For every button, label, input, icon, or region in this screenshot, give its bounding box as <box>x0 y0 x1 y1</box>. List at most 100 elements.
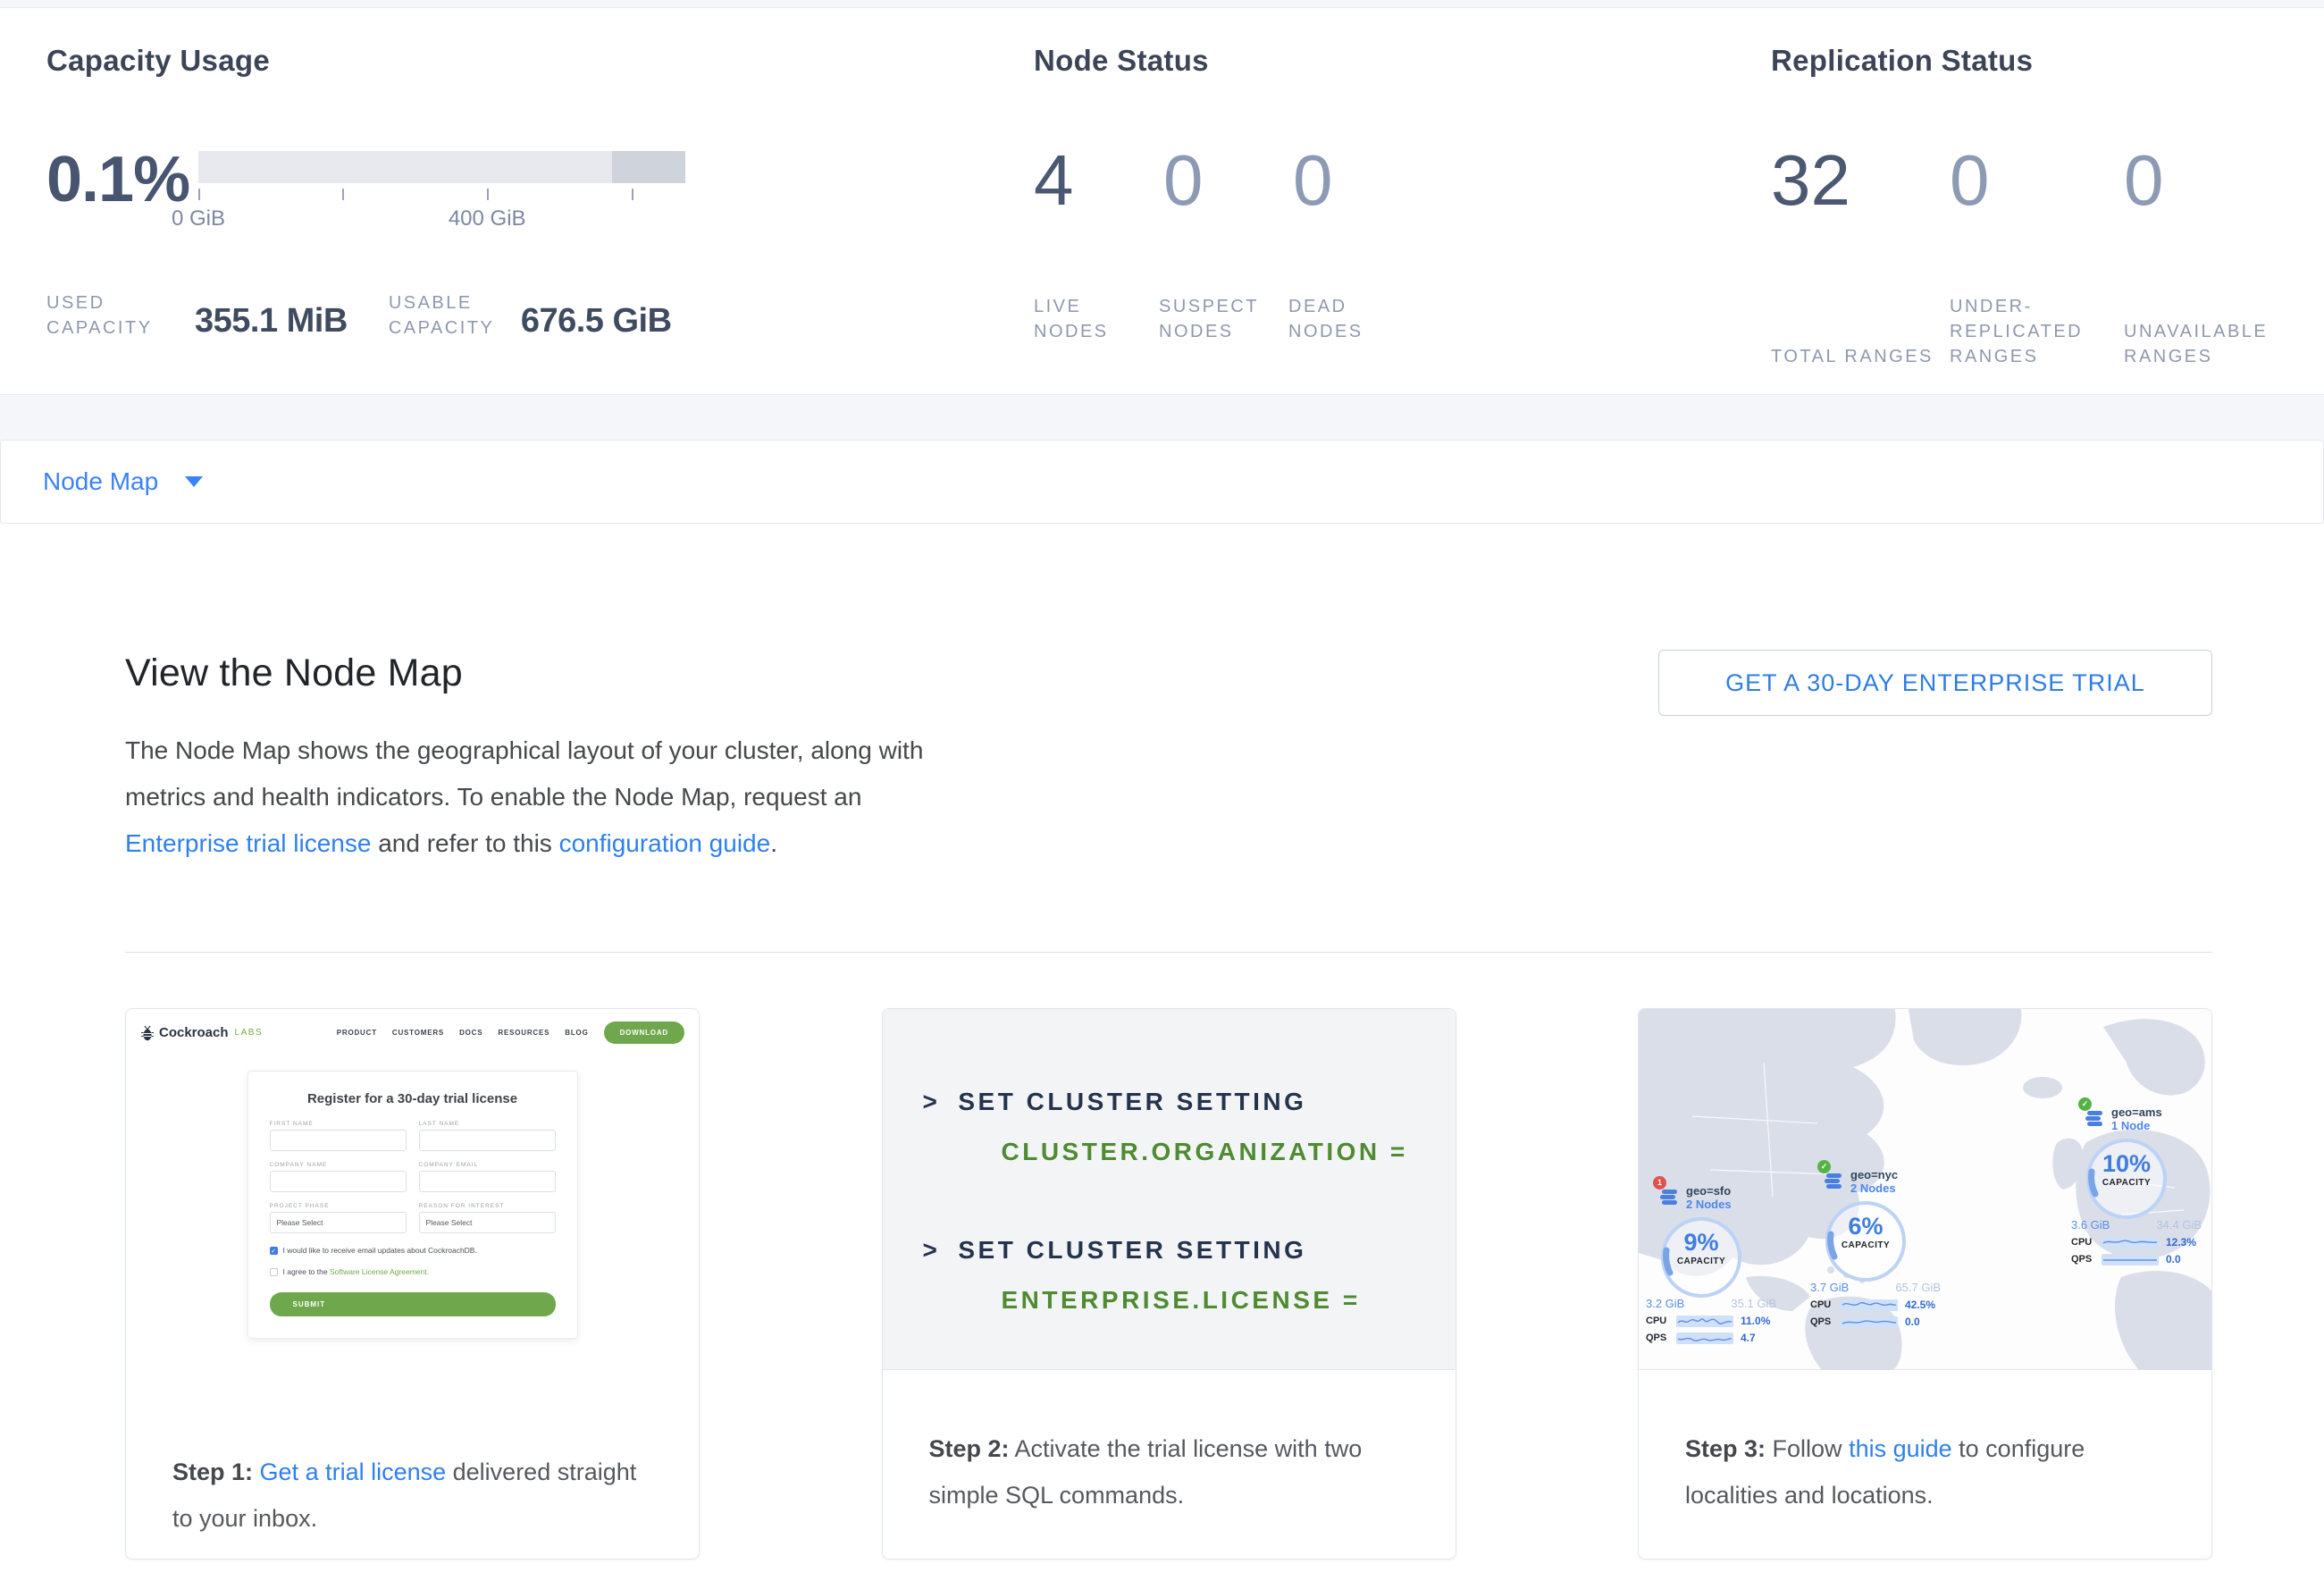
cockroach-labs-logo: Cockroach LABS <box>140 1025 263 1041</box>
step2-caption: Step 2: Activate the trial license with … <box>883 1370 1456 1518</box>
under-replicated-label: UNDER-REPLICATED RANGES <box>1950 294 2124 369</box>
capacity-label: CAPACITY <box>2084 1178 2169 1188</box>
alert-badge: 1 <box>1653 1176 1666 1190</box>
first-name-label: FIRST NAME <box>270 1121 407 1127</box>
company-email-field <box>419 1171 556 1192</box>
sql-command-2: SET CLUSTER SETTING <box>958 1236 1306 1264</box>
email-updates-checkbox: ✓ <box>270 1247 278 1255</box>
suspect-nodes-value: 0 <box>1163 142 1293 219</box>
capacity-label: CAPACITY <box>1823 1240 1909 1250</box>
capacity-axis-labels: 0 GiB 400 GiB <box>198 206 685 233</box>
capacity-gauge: 10% CAPACITY <box>2084 1136 2169 1209</box>
sql-prompt-1: > <box>923 1088 941 1115</box>
capacity-axis-ticks <box>198 189 685 203</box>
sql-arg-2: ENTERPRISE.LICENSE = <box>1002 1286 1456 1315</box>
description-part-3: . <box>770 829 777 857</box>
database-icon <box>1660 1188 1680 1207</box>
suspect-nodes-label: SUSPECT NODES <box>1159 294 1288 344</box>
capacity-bar-chart: 0 GiB 400 GiB <box>198 151 685 233</box>
qps-sparkline <box>2102 1254 2159 1265</box>
trial-form-title: Register for a 30-day trial license <box>270 1091 556 1106</box>
email-updates-text: I would like to receive email updates ab… <box>283 1246 477 1255</box>
node-count: 2 Nodes <box>1850 1181 1898 1195</box>
dead-nodes-value: 0 <box>1293 142 1333 219</box>
node-status-title: Node Status <box>1034 44 1771 78</box>
node-map-placeholder-section: View the Node Map The Node Map shows the… <box>0 524 2324 1589</box>
description-text: The Node Map shows the geographical layo… <box>125 727 934 867</box>
step1-caption: Step 1: Get a trial license delivered st… <box>126 1393 699 1542</box>
usable-capacity-value: 676.5 GiB <box>521 302 672 340</box>
node-count: 2 Nodes <box>1686 1198 1732 1211</box>
description-part-2: and refer to this <box>371 829 558 857</box>
minisite-nav-resources: RESOURCES <box>498 1029 550 1037</box>
under-replicated-value: 0 <box>1950 142 2124 219</box>
tick-label-400: 400 GiB <box>449 206 526 231</box>
software-license-link: Software License Agreement. <box>330 1267 429 1276</box>
cockroach-bug-icon <box>140 1025 155 1041</box>
ok-badge: ✓ <box>1817 1160 1831 1173</box>
qps-label: QPS <box>2071 1254 2102 1265</box>
license-agreement-text: I agree to the Software License Agreemen… <box>283 1267 430 1276</box>
cluster-summary-panel: Capacity Usage 0.1% 0 GiB 400 GiB <box>0 7 2324 395</box>
capacity-usage-title: Capacity Usage <box>46 44 1034 78</box>
minisite-nav-product: PRODUCT <box>337 1029 377 1037</box>
step2-card: >SET CLUSTER SETTING CLUSTER.ORGANIZATIO… <box>882 1008 1456 1560</box>
capacity-percent: 10% <box>2084 1136 2169 1178</box>
cpu-sparkline <box>2102 1237 2159 1248</box>
cpu-label: CPU <box>2071 1237 2102 1248</box>
map-node-nyc: ✓ geo=nyc 2 Nodes 6% CAPACITY 3.7 GiB <box>1810 1168 1962 1328</box>
registration-page-screenshot: Cockroach LABS PRODUCT CUSTOMERS DOCS RE… <box>126 1009 699 1393</box>
map-node-sfo: 1 geo=sfo 2 Nodes 9% CAPACITY 3.2 GiB <box>1646 1184 1798 1344</box>
capacity-label: CAPACITY <box>1658 1257 1744 1266</box>
used-capacity-value: 355.1 MiB <box>195 302 348 340</box>
total-ranges-label: TOTAL RANGES <box>1771 344 1950 369</box>
capacity-bar <box>198 151 685 183</box>
company-name-label: COMPANY NAME <box>270 1162 407 1168</box>
used-capacity-label: USED CAPACITY <box>46 290 180 340</box>
this-guide-link[interactable]: this guide <box>1849 1435 1952 1462</box>
step3-caption: Step 3: Follow this guide to configure l… <box>1639 1370 2211 1518</box>
cpu-sparkline <box>1841 1299 1898 1311</box>
live-nodes-label: LIVE NODES <box>1034 294 1159 344</box>
configuration-guide-link[interactable]: configuration guide <box>559 829 771 857</box>
map-node-ams: ✓ geo=ams 1 Node 10% CAPACITY 3.6 GiB <box>2071 1106 2212 1265</box>
section-divider <box>125 952 2212 953</box>
sql-prompt-2: > <box>923 1236 941 1264</box>
project-phase-label: PROJECT PHASE <box>270 1203 407 1209</box>
sql-commands-figure: >SET CLUSTER SETTING CLUSTER.ORGANIZATIO… <box>883 1009 1456 1370</box>
replication-status-title: Replication Status <box>1771 44 2289 78</box>
cpu-value: 11.0% <box>1741 1315 1770 1327</box>
capacity-bar-used-segment <box>612 151 685 183</box>
description-part-1: The Node Map shows the geographical layo… <box>125 736 923 811</box>
trial-license-form: Register for a 30-day trial license FIRS… <box>248 1071 578 1339</box>
capacity-gauge: 6% CAPACITY <box>1823 1198 1909 1272</box>
node-name: geo=ams <box>2111 1106 2162 1119</box>
ok-badge: ✓ <box>2078 1097 2092 1111</box>
minisite-nav-customers: CUSTOMERS <box>392 1029 444 1037</box>
page-title: View the Node Map <box>125 652 934 695</box>
enterprise-trial-license-link[interactable]: Enterprise trial license <box>125 829 371 857</box>
enterprise-trial-button[interactable]: GET A 30-DAY ENTERPRISE TRIAL <box>1658 650 2212 716</box>
capacity-percent: 6% <box>1823 1198 1909 1240</box>
get-trial-license-link[interactable]: Get a trial license <box>260 1459 447 1485</box>
qps-value: 4.7 <box>1741 1332 1756 1344</box>
minisite-nav: PRODUCT CUSTOMERS DOCS RESOURCES BLOG DO… <box>337 1022 684 1044</box>
reason-interest-label: REASON FOR INTEREST <box>419 1203 556 1209</box>
unavailable-ranges-value: 0 <box>2124 142 2164 219</box>
qps-sparkline <box>1676 1333 1733 1344</box>
reason-interest-select: Please Select <box>419 1212 556 1233</box>
company-name-field <box>270 1171 407 1192</box>
spacer-band <box>0 395 2324 440</box>
node-map-dropdown-label[interactable]: Node Map <box>43 467 158 496</box>
minisite-nav-blog: BLOG <box>565 1029 588 1037</box>
cpu-label: CPU <box>1646 1316 1676 1326</box>
step3-card: 1 geo=sfo 2 Nodes 9% CAPACITY 3.2 GiB <box>1638 1008 2212 1560</box>
step1-card: Cockroach LABS PRODUCT CUSTOMERS DOCS RE… <box>125 1008 700 1560</box>
last-name-field <box>419 1130 556 1151</box>
node-name: geo=sfo <box>1686 1184 1732 1198</box>
capacity-percent: 9% <box>1658 1215 1744 1257</box>
node-map-dropdown[interactable]: Node Map <box>0 440 2324 524</box>
top-strip <box>0 0 2324 7</box>
unavailable-ranges-label: UNAVAILABLE RANGES <box>2124 319 2271 369</box>
live-nodes-value: 4 <box>1034 142 1163 219</box>
